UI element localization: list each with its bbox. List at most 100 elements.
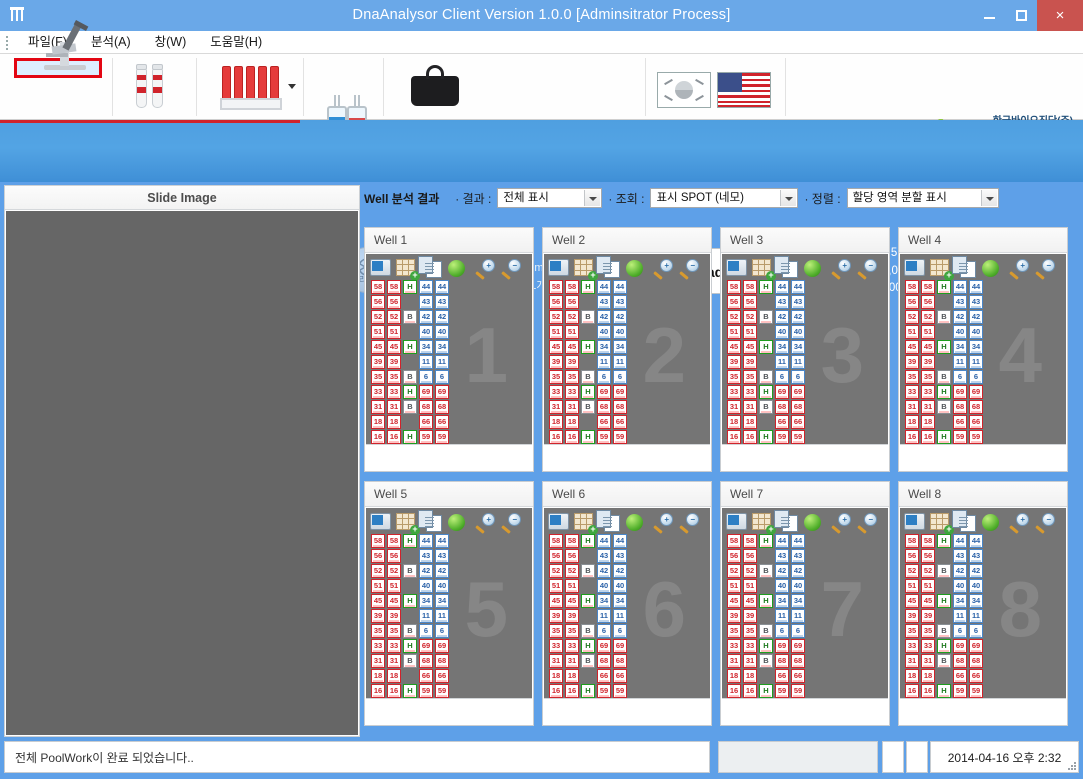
spot-cell[interactable]: 33 [371, 639, 385, 653]
spot-cell[interactable]: 59 [953, 430, 967, 444]
spot-cell[interactable]: 35 [387, 624, 401, 638]
spot-cell[interactable]: H [937, 280, 951, 294]
spot-cell[interactable]: 59 [791, 430, 805, 444]
spot-cell[interactable]: 43 [953, 295, 967, 309]
monitor-icon[interactable] [548, 258, 569, 278]
spot-cell[interactable]: 44 [969, 534, 983, 548]
table-add-icon[interactable]: + [930, 258, 954, 281]
spot-cell[interactable]: B [937, 564, 951, 578]
zoom-in-icon[interactable]: + [1008, 512, 1029, 534]
copy-icon[interactable] [956, 513, 977, 532]
spot-cell[interactable]: 43 [613, 549, 627, 563]
spot-cell[interactable]: B [759, 564, 773, 578]
spot-cell[interactable]: 51 [387, 325, 401, 339]
zoom-in-icon[interactable]: + [652, 512, 673, 534]
toolbar-button-flasks[interactable] [313, 58, 375, 130]
table-add-icon[interactable]: + [396, 512, 420, 535]
spot-cell[interactable]: 39 [387, 355, 401, 369]
spot-cell[interactable]: 16 [371, 684, 385, 698]
spot-cell[interactable]: H [937, 684, 951, 698]
spot-cell[interactable]: 33 [549, 385, 563, 399]
spot-cell[interactable]: 35 [371, 624, 385, 638]
spot-cell[interactable]: 59 [435, 430, 449, 444]
spot-cell[interactable] [937, 295, 951, 309]
well-panel[interactable]: Well 5 5 + + −58 58 H 44 44 56 56 43 43 52 52 B 42 42 51 51… [364, 481, 534, 726]
spot-cell[interactable]: 43 [953, 549, 967, 563]
spot-cell[interactable]: 43 [775, 549, 789, 563]
spot-cell[interactable]: 39 [727, 609, 741, 623]
spot-cell[interactable]: 56 [371, 549, 385, 563]
spot-cell[interactable]: 35 [727, 370, 741, 384]
spot-cell[interactable]: 40 [953, 325, 967, 339]
spot-cell[interactable]: 35 [549, 370, 563, 384]
monitor-icon[interactable] [370, 512, 391, 532]
spot-cell[interactable]: 16 [387, 430, 401, 444]
spot-cell[interactable]: 59 [419, 684, 433, 698]
spot-cell[interactable]: 44 [775, 534, 789, 548]
spot-cell[interactable]: H [403, 430, 417, 444]
spot-cell[interactable]: H [581, 385, 595, 399]
spot-cell[interactable]: 31 [921, 654, 935, 668]
spot-cell[interactable]: 18 [743, 669, 757, 683]
spot-cell[interactable]: 59 [435, 684, 449, 698]
spot-cell[interactable] [581, 295, 595, 309]
spot-cell[interactable]: 66 [613, 669, 627, 683]
spot-cell[interactable]: 43 [791, 295, 805, 309]
spot-cell[interactable]: 44 [969, 280, 983, 294]
spot-cell[interactable]: 33 [743, 639, 757, 653]
globe-icon[interactable] [626, 259, 647, 278]
spot-cell[interactable]: 59 [969, 684, 983, 698]
spot-cell[interactable] [403, 609, 417, 623]
spot-cell[interactable]: H [759, 385, 773, 399]
spot-cell[interactable]: 11 [419, 609, 433, 623]
spot-cell[interactable]: 68 [419, 400, 433, 414]
spot-cell[interactable]: 31 [743, 654, 757, 668]
spot-cell[interactable]: 68 [969, 400, 983, 414]
spot-cell[interactable]: 43 [419, 295, 433, 309]
spot-cell[interactable]: 68 [613, 400, 627, 414]
spot-cell[interactable]: B [937, 400, 951, 414]
spot-cell[interactable]: H [937, 639, 951, 653]
spot-cell[interactable]: 51 [727, 579, 741, 593]
spot-cell[interactable]: 39 [371, 355, 385, 369]
spot-cell[interactable] [581, 325, 595, 339]
spot-cell[interactable]: 11 [953, 355, 967, 369]
spot-cell[interactable]: 18 [921, 415, 935, 429]
spot-cell[interactable]: 11 [969, 609, 983, 623]
spot-cell[interactable]: 68 [419, 654, 433, 668]
spot-cell[interactable]: 6 [435, 624, 449, 638]
spot-cell[interactable]: H [581, 340, 595, 354]
zoom-out-icon[interactable]: − [500, 258, 521, 280]
spot-cell[interactable]: 66 [435, 669, 449, 683]
spot-cell[interactable]: 52 [371, 564, 385, 578]
reagent-rack-dropdown-icon[interactable] [288, 84, 296, 89]
spot-cell[interactable]: 58 [921, 534, 935, 548]
spot-cell[interactable]: 58 [387, 280, 401, 294]
globe-icon[interactable] [982, 513, 1003, 532]
spot-cell[interactable]: 35 [549, 624, 563, 638]
spot-cell[interactable] [937, 669, 951, 683]
spot-cell[interactable]: 11 [775, 609, 789, 623]
spot-cell[interactable] [403, 579, 417, 593]
spot-cell[interactable]: 35 [905, 624, 919, 638]
spot-cell[interactable]: 34 [613, 594, 627, 608]
spot-cell[interactable] [937, 579, 951, 593]
spot-cell[interactable]: 56 [727, 295, 741, 309]
spot-cell[interactable]: H [759, 594, 773, 608]
spot-cell[interactable]: 58 [565, 534, 579, 548]
spot-cell[interactable]: 69 [791, 639, 805, 653]
spot-cell[interactable] [759, 669, 773, 683]
spot-cell[interactable]: 69 [597, 639, 611, 653]
spot-cell[interactable]: H [581, 534, 595, 548]
spot-cell[interactable]: 16 [743, 430, 757, 444]
spot-cell[interactable]: 35 [727, 624, 741, 638]
monitor-icon[interactable] [726, 512, 747, 532]
spot-cell[interactable]: 42 [613, 564, 627, 578]
spot-cell[interactable]: 40 [419, 325, 433, 339]
spot-cell[interactable]: 56 [921, 549, 935, 563]
spot-cell[interactable]: 31 [727, 400, 741, 414]
spot-cell[interactable]: 69 [953, 639, 967, 653]
spot-cell[interactable]: 56 [727, 549, 741, 563]
zoom-in-icon[interactable]: + [830, 512, 851, 534]
spot-cell[interactable]: 34 [419, 340, 433, 354]
